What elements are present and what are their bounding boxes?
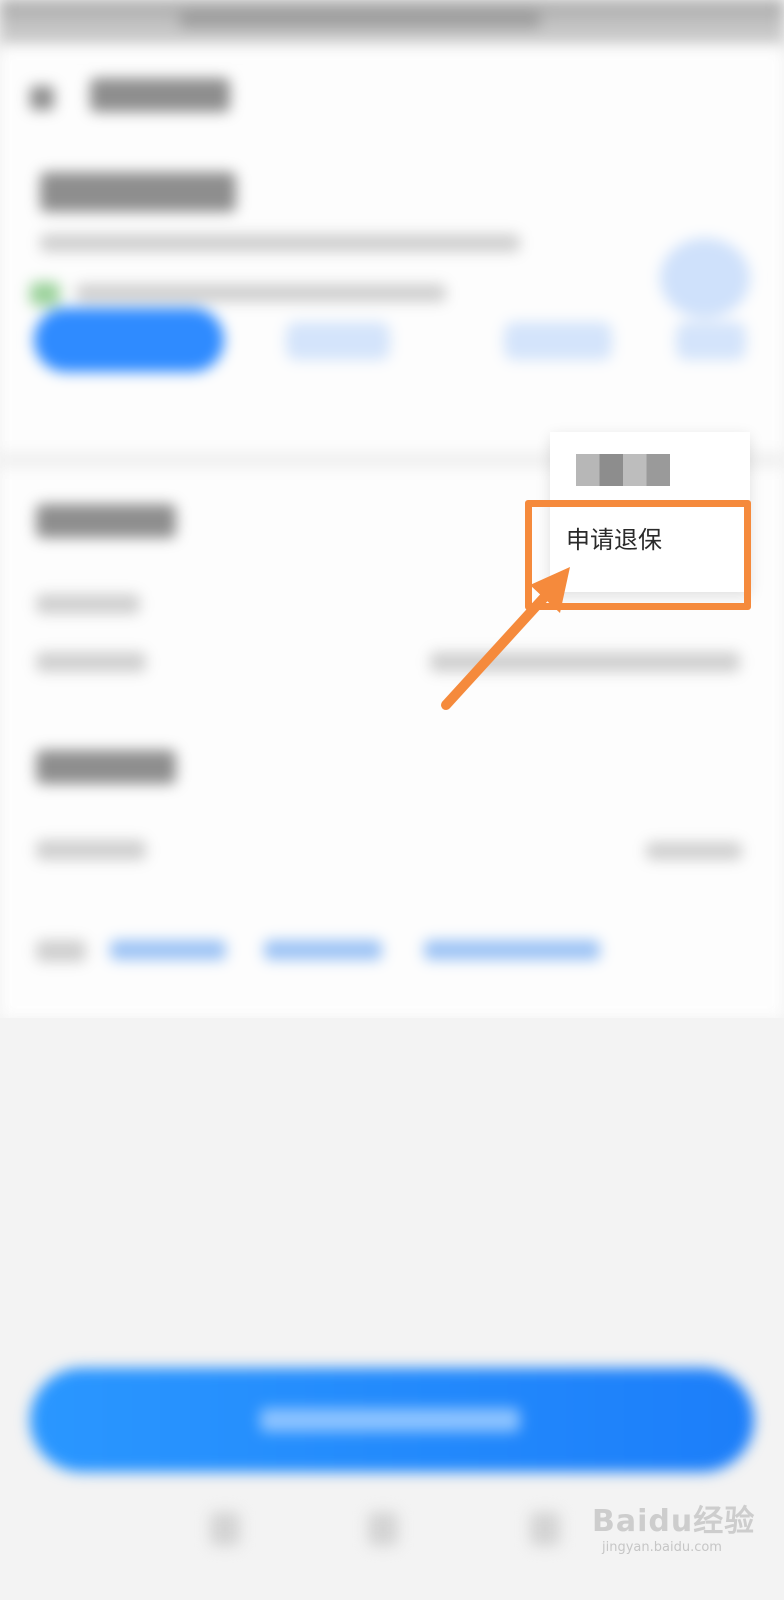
row-value-3 bbox=[646, 842, 742, 860]
policy-description bbox=[40, 234, 520, 252]
section-heading-1 bbox=[36, 504, 176, 538]
link-2[interactable] bbox=[264, 940, 382, 960]
status-bar bbox=[0, 0, 784, 48]
primary-action-label-blur bbox=[260, 1408, 520, 1432]
policy-name bbox=[40, 172, 236, 212]
page-title bbox=[90, 78, 230, 112]
annotation-arrow-icon bbox=[441, 567, 570, 710]
row-label-1 bbox=[36, 594, 140, 614]
back-arrow-icon[interactable] bbox=[30, 86, 54, 110]
tab-more[interactable] bbox=[676, 322, 746, 360]
link-3[interactable] bbox=[424, 940, 600, 960]
row-label-3 bbox=[36, 840, 146, 860]
row-label-2 bbox=[36, 652, 146, 672]
primary-action-button[interactable] bbox=[30, 1368, 754, 1472]
baidu-jingyan-watermark: Baidu经验 jingyan.baidu.com bbox=[588, 1488, 764, 1588]
verified-icon bbox=[30, 282, 60, 306]
menu-item-redacted[interactable] bbox=[560, 452, 740, 492]
link-1[interactable] bbox=[110, 940, 226, 960]
watermark-logo: Baidu经验 bbox=[592, 1504, 756, 1539]
policy-note bbox=[76, 284, 446, 302]
section-heading-2 bbox=[36, 750, 176, 784]
watermark-url: jingyan.baidu.com bbox=[602, 1540, 722, 1555]
nav-icon-3[interactable] bbox=[530, 1512, 560, 1546]
nav-icon-1[interactable] bbox=[210, 1512, 240, 1546]
policy-illustration bbox=[660, 238, 750, 318]
link-prefix bbox=[36, 940, 86, 962]
status-bar-blur bbox=[180, 10, 540, 28]
redacted-label bbox=[576, 454, 670, 486]
tab-active[interactable] bbox=[34, 308, 224, 372]
nav-icon-2[interactable] bbox=[368, 1512, 398, 1546]
tab-3[interactable] bbox=[504, 322, 612, 360]
tab-2[interactable] bbox=[286, 322, 390, 360]
